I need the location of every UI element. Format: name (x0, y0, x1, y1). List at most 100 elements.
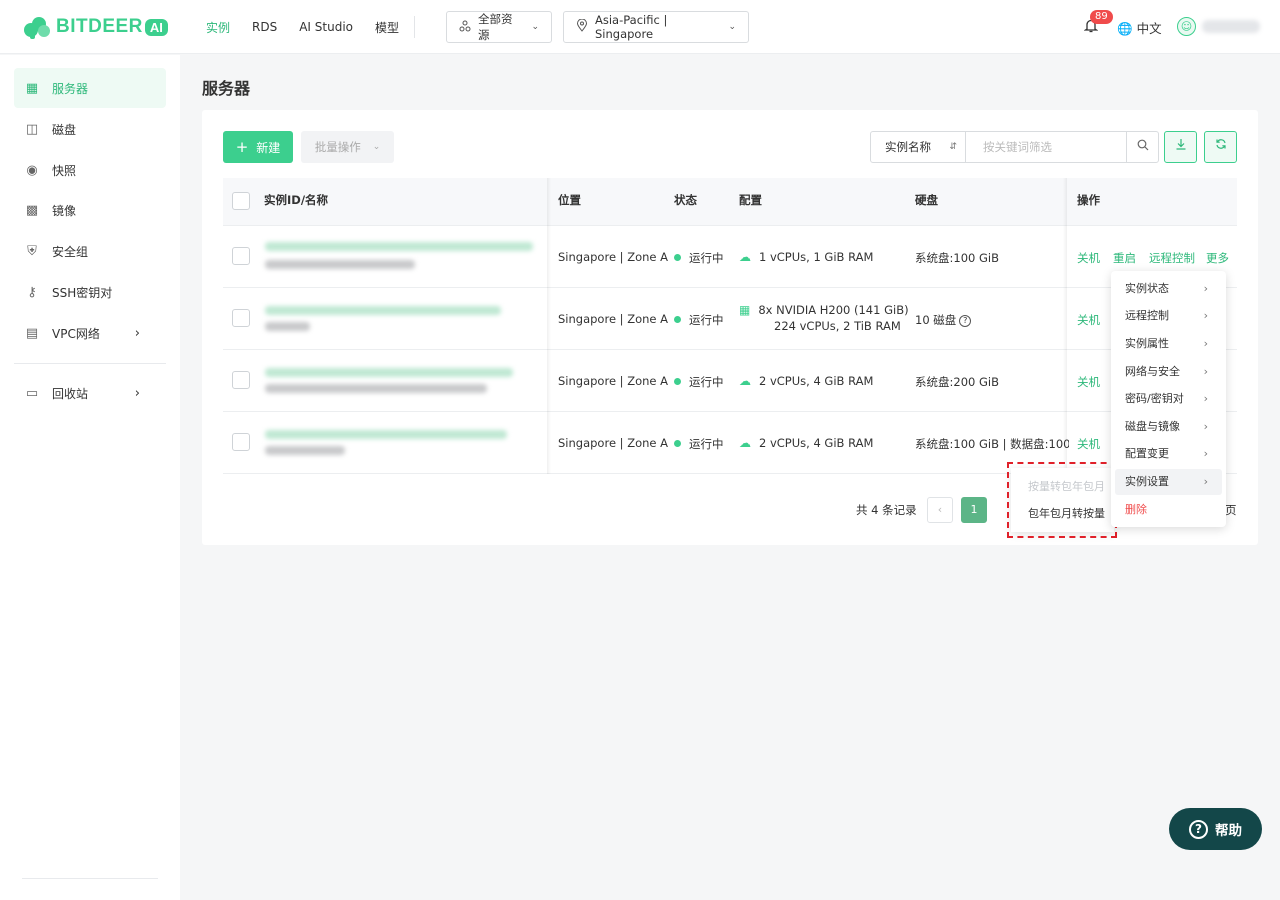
instance-settings-submenu: 按量转包年包月 包年包月转按量 (1011, 468, 1114, 532)
menu-delete[interactable]: 删除 (1115, 497, 1222, 523)
instance-id-redacted[interactable] (265, 430, 507, 439)
page-title: 服务器 (202, 79, 251, 98)
menu-item-label: 配置变更 (1125, 447, 1169, 460)
instance-id-redacted[interactable] (265, 306, 501, 315)
shutdown-link[interactable]: 关机 (1077, 374, 1100, 390)
sidebar-item-security-groups[interactable]: ⛨ 安全组 (14, 231, 166, 271)
filter-type-value: 实例名称 (885, 140, 931, 154)
row-disk: 系统盘:200 GiB (915, 375, 999, 389)
search-icon[interactable] (1126, 132, 1158, 162)
row-checkbox[interactable] (232, 371, 250, 389)
header-disk: 硬盘 (915, 193, 938, 207)
row-config: ☁ 1 vCPUs, 1 GiB RAM (739, 250, 873, 264)
filter-keyword-input[interactable] (967, 132, 1127, 162)
instance-name-redacted (265, 384, 487, 393)
top-bar: BITDEER AI 实例 RDS AI Studio 模型 全部资源 ⌄ As… (0, 0, 1280, 54)
sidebar-item-images[interactable]: ▩ 镜像 (14, 190, 166, 230)
submenu-subscription-to-payg[interactable]: 包年包月转按量 (1011, 501, 1114, 527)
user-name-redacted[interactable] (1202, 20, 1260, 33)
key-icon: ⚷ (27, 284, 37, 300)
row-checkbox[interactable] (232, 247, 250, 265)
row-location: Singapore | Zone A (558, 250, 669, 264)
table-row: Singapore | Zone A 运行中 ☁ 2 vCPUs, 4 GiB R… (223, 350, 1237, 412)
resource-select[interactable]: 全部资源 ⌄ (446, 11, 552, 43)
instance-name-redacted (265, 446, 345, 455)
sidebar-item-recycle-bin[interactable]: ▭ 回收站 › (14, 373, 166, 413)
sidebar-divider (14, 363, 166, 364)
notification-badge: 89 (1090, 10, 1113, 24)
shield-icon: ⛨ (27, 243, 37, 259)
shutdown-link[interactable]: 关机 (1077, 436, 1100, 452)
menu-instance-settings[interactable]: 实例设置 › (1115, 469, 1222, 495)
row-disk: 系统盘:100 GiB | 数据盘:100 G (915, 437, 1069, 451)
sidebar-item-snapshots[interactable]: ◉ 快照 (14, 150, 166, 190)
header-location: 位置 (558, 193, 581, 207)
more-actions-dropdown: 实例状态 › 远程控制 › 实例属性 › 网络与安全 › 密码/密钥对 › 磁盘与镜像 › … (1111, 271, 1226, 527)
chevron-down-icon: ⌄ (372, 142, 381, 152)
row-checkbox[interactable] (232, 309, 250, 327)
status-label: 运行中 (689, 437, 724, 451)
chevron-right-icon: › (134, 325, 140, 341)
header-id-name: 实例ID/名称 (264, 193, 329, 207)
nav-instances[interactable]: 实例 (195, 19, 241, 36)
menu-password-keypair[interactable]: 密码/密钥对 › (1115, 386, 1222, 412)
row-status: 运行中 (674, 374, 724, 390)
brand-suffix: AI (144, 18, 168, 36)
brand-logo[interactable]: BITDEER AI (22, 14, 168, 40)
fixed-column-shadow (1063, 178, 1067, 474)
disk-icon: ◫ (25, 121, 39, 137)
menu-network-security[interactable]: 网络与安全 › (1115, 359, 1222, 385)
instance-id-redacted[interactable] (265, 242, 533, 251)
menu-disk-image[interactable]: 磁盘与镜像 › (1115, 414, 1222, 440)
user-avatar-icon[interactable]: ☺ (1177, 17, 1196, 36)
menu-config-change[interactable]: 配置变更 › (1115, 441, 1222, 467)
question-circle-icon[interactable]: ? (959, 315, 972, 327)
sidebar-item-servers[interactable]: ▦ 服务器 (14, 68, 166, 108)
shutdown-link[interactable]: 关机 (1077, 312, 1100, 328)
sidebar-item-ssh-keys[interactable]: ⚷ SSH密钥对 (14, 272, 166, 312)
batch-button-label: 批量操作 (314, 140, 361, 154)
page-jump-suffix: 页 (1225, 503, 1237, 517)
new-instance-button[interactable]: + 新建 (223, 131, 293, 163)
restart-link[interactable]: 重启 (1113, 250, 1136, 266)
nav-rds[interactable]: RDS (241, 20, 288, 34)
page-1-button[interactable]: 1 (961, 497, 987, 523)
row-disk: 10 磁盘? (915, 312, 972, 328)
chevron-right-icon: › (1203, 337, 1208, 350)
sidebar-item-vpc[interactable]: ▤ VPC网络 › (14, 313, 166, 353)
help-button[interactable]: ? 帮助 (1169, 808, 1262, 850)
location-pin-icon (576, 18, 588, 35)
batch-actions-button[interactable]: 批量操作 ⌄ (301, 131, 394, 163)
region-select[interactable]: Asia-Pacific | Singapore ⌄ (563, 11, 749, 43)
menu-remote-control[interactable]: 远程控制 › (1115, 303, 1222, 329)
row-location: Singapore | Zone A (558, 312, 669, 326)
filter-type-select[interactable]: 实例名称 ⇵ (871, 132, 966, 162)
prev-page-button[interactable]: ‹ (927, 497, 953, 523)
nav-models[interactable]: 模型 (364, 19, 410, 36)
more-link[interactable]: 更多 (1206, 250, 1229, 266)
total-records: 共 4 条记录 (856, 503, 917, 517)
download-icon[interactable] (1164, 131, 1197, 163)
sidebar-item-disks[interactable]: ◫ 磁盘 (14, 109, 166, 149)
network-icon: ▤ (25, 325, 39, 341)
chevron-right-icon: › (1203, 365, 1208, 378)
sidebar-item-label: 镜像 (52, 203, 77, 218)
menu-item-label: 远程控制 (1125, 309, 1169, 322)
instance-id-redacted[interactable] (265, 368, 513, 377)
select-all-checkbox[interactable] (232, 192, 250, 210)
nav-ai-studio[interactable]: AI Studio (288, 20, 364, 34)
row-checkbox[interactable] (232, 433, 250, 451)
shutdown-link[interactable]: 关机 (1077, 250, 1100, 266)
config-line: 1 vCPUs, 1 GiB RAM (759, 250, 874, 264)
sidebar-item-label: 磁盘 (52, 122, 77, 137)
status-label: 运行中 (689, 251, 724, 265)
sidebar-item-label: 快照 (52, 163, 77, 178)
config-line: 2 vCPUs, 4 GiB RAM (759, 436, 874, 450)
language-switch[interactable]: 🌐 中文 (1117, 18, 1162, 37)
refresh-icon[interactable] (1204, 131, 1237, 163)
header-status: 状态 (674, 193, 697, 207)
menu-instance-status[interactable]: 实例状态 › (1115, 276, 1222, 302)
status-running-dot (674, 440, 681, 447)
menu-instance-properties[interactable]: 实例属性 › (1115, 331, 1222, 357)
remote-control-link[interactable]: 远程控制 (1149, 250, 1195, 266)
